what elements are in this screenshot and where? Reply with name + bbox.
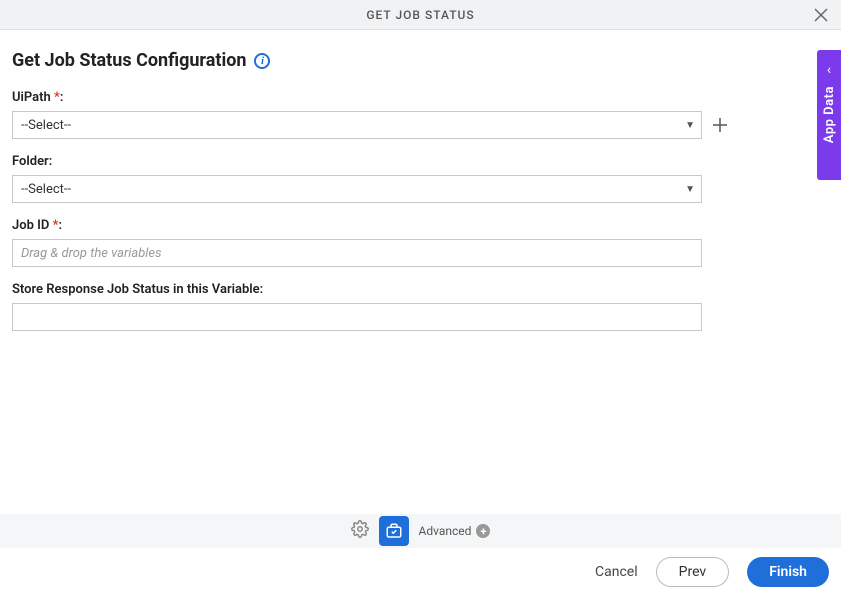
store-input[interactable] [12, 303, 702, 331]
close-icon [814, 8, 828, 22]
jobid-label: Job ID *: [12, 218, 62, 233]
form-content: Get Job Status Configuration i UiPath *:… [0, 30, 841, 355]
briefcase-check-icon [385, 522, 403, 540]
chevron-left-icon: ‹ [827, 62, 831, 78]
bottom-toolbar: Advanced + [0, 514, 841, 548]
gear-icon [351, 520, 369, 538]
dialog-title: GET JOB STATUS [366, 8, 474, 22]
footer-actions: Cancel Prev Finish [0, 548, 841, 595]
page-title: Get Job Status Configuration [12, 50, 246, 71]
uipath-group: UiPath *: --Select-- ▼ [12, 89, 829, 139]
dialog-header: GET JOB STATUS [0, 0, 841, 30]
plus-icon [712, 117, 728, 133]
settings-button[interactable] [351, 520, 369, 542]
plus-circle-icon: + [476, 524, 490, 538]
uipath-select-value: --Select-- [21, 118, 71, 133]
store-label: Store Response Job Status in this Variab… [12, 282, 263, 297]
folder-label: Folder: [12, 154, 52, 169]
add-uipath-button[interactable] [710, 115, 730, 135]
briefcase-button[interactable] [379, 516, 409, 546]
close-button[interactable] [811, 5, 831, 25]
folder-select[interactable]: --Select-- ▼ [12, 175, 702, 203]
folder-group: Folder: --Select-- ▼ [12, 153, 829, 203]
jobid-group: Job ID *: [12, 217, 829, 267]
finish-button[interactable]: Finish [747, 557, 829, 587]
uipath-row: --Select-- ▼ [12, 111, 829, 139]
caret-down-icon: ▼ [685, 184, 695, 195]
page-title-row: Get Job Status Configuration i [12, 50, 829, 71]
app-data-label: App Data [822, 86, 837, 143]
folder-row: --Select-- ▼ [12, 175, 829, 203]
info-icon[interactable]: i [254, 53, 270, 69]
caret-down-icon: ▼ [685, 120, 695, 131]
uipath-select[interactable]: --Select-- ▼ [12, 111, 702, 139]
store-group: Store Response Job Status in this Variab… [12, 281, 829, 331]
advanced-label: Advanced [419, 524, 472, 538]
uipath-label: UiPath *: [12, 90, 63, 105]
app-data-tab[interactable]: ‹ App Data [817, 50, 841, 180]
prev-button[interactable]: Prev [656, 557, 730, 587]
jobid-row [12, 239, 829, 267]
advanced-toggle[interactable]: Advanced + [419, 524, 491, 538]
cancel-button[interactable]: Cancel [595, 564, 638, 580]
store-row [12, 303, 829, 331]
folder-select-value: --Select-- [21, 182, 71, 197]
jobid-input[interactable] [12, 239, 702, 267]
